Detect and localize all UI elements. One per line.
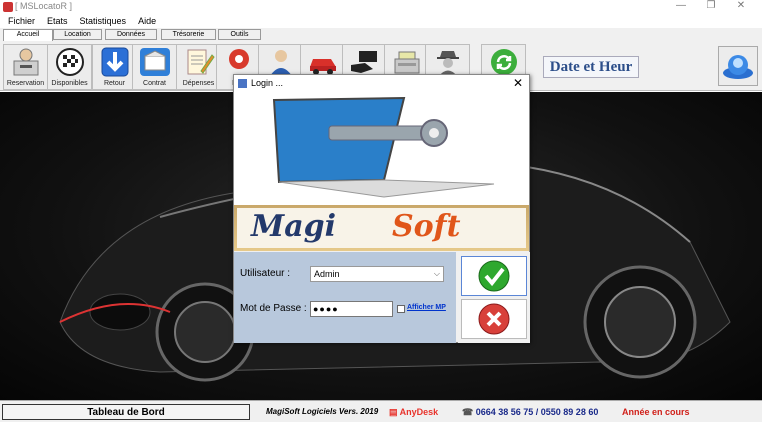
tab-tresorerie[interactable]: Trésorerie [161,29,216,40]
show-password-label[interactable]: Afficher MP [407,304,446,311]
user-select[interactable]: Admin ⌵ [310,266,444,282]
minimize-button[interactable]: — [666,0,696,14]
menu-etats[interactable]: Etats [47,14,68,28]
power-disk-icon [723,55,753,79]
version-text: MagiSoft Logiciels Vers. 2019 [266,407,379,416]
user-label: Utilisateur : [240,268,291,279]
person-icon [270,50,292,76]
exit-button[interactable] [718,46,758,86]
phone-text: 0664 38 56 75 / 0550 89 28 60 [475,407,599,417]
menu-bar: Fichier Etats Statistiques Aide [0,14,762,28]
depenses-button[interactable]: Dépenses [176,44,221,90]
magisoft-logo: Magi Soft [234,205,529,251]
disponibles-label: Disponibles [51,80,88,87]
ok-button[interactable] [461,256,527,296]
password-label: Mot de Passe : [240,303,307,314]
cancel-x-icon [478,303,510,335]
date-time-display: Date et Heur [543,56,639,78]
login-title-bar: Login ... ✕ [234,75,529,92]
user-select-value: Admin [314,269,340,279]
disponibles-button[interactable]: Disponibles [47,44,92,90]
reservation-button[interactable]: Reservation [3,44,48,90]
annee-en-cours: Année en cours [622,407,690,417]
window-title: [ MSLocatoR ] [15,1,73,11]
maximize-button[interactable]: ❐ [696,0,726,14]
contrat-label: Contrat [143,80,166,87]
menu-fichier[interactable]: Fichier [8,14,35,28]
chevron-down-icon: ⌵ [433,269,440,278]
tab-accueil[interactable]: Accueil [3,29,53,41]
laptop-key-image [234,92,529,205]
app-icon [3,2,13,12]
anydesk-label: AnyDesk [399,407,439,417]
dialog-icon [238,79,247,88]
retour-label: Retour [103,80,125,87]
tab-strip: Accueil Location Données Trésorerie Outi… [0,28,762,41]
login-form: Utilisateur : Admin ⌵ Mot de Passe : ●●●… [234,252,456,343]
phone-numbers: ☎ 0664 38 56 75 / 0550 89 28 60 [462,404,598,420]
notepad-pen-icon [187,49,215,75]
brand-magi: Magi [251,209,337,244]
contract-box-icon [140,48,170,76]
show-password-checkbox[interactable] [397,305,405,313]
car-icon [310,59,336,75]
hand-card-icon [351,51,377,73]
tab-donnees[interactable]: Données [105,29,157,40]
login-buttons [458,252,530,343]
tab-outils[interactable]: Outils [218,29,261,40]
tableau-de-bord[interactable]: Tableau de Bord [2,404,250,420]
close-icon[interactable]: ✕ [513,76,523,90]
checkered-flag-icon [56,48,84,76]
status-bar: Tableau de Bord MagiSoft Logiciels Vers.… [0,400,762,422]
cash-register-icon [394,51,420,74]
mechanic-icon [229,49,249,69]
close-window-button[interactable]: ✕ [726,0,756,14]
phone-icon: ☎ [462,407,476,417]
tab-location[interactable]: Location [53,29,102,40]
password-input[interactable]: ●●●● [310,301,393,317]
spy-icon [437,51,459,76]
check-icon [478,260,510,292]
cancel-button[interactable] [461,299,527,339]
laptop-key-illustration [272,96,495,198]
menu-statistiques[interactable]: Statistiques [80,14,127,28]
reservation-icon [13,48,39,76]
window-controls: — ❐ ✕ [666,0,756,14]
brand-soft: Soft [392,209,461,244]
refresh-icon [491,49,517,75]
menu-aide[interactable]: Aide [138,14,156,28]
depenses-label: Dépenses [182,80,215,87]
contrat-button[interactable]: Contrat [132,44,177,90]
arrow-down-icon [101,47,129,77]
retour-button[interactable]: Retour [92,44,137,90]
login-dialog: Login ... ✕ Magi Soft Utilisateur : Admi… [233,74,530,343]
login-title: Login ... [251,78,284,88]
title-bar: [ MSLocatoR ] — ❐ ✕ [0,0,762,14]
anydesk-link[interactable]: ▤ AnyDesk [389,404,438,420]
anydesk-icon: ▤ [389,407,400,417]
reservation-label: Reservation [6,80,45,87]
